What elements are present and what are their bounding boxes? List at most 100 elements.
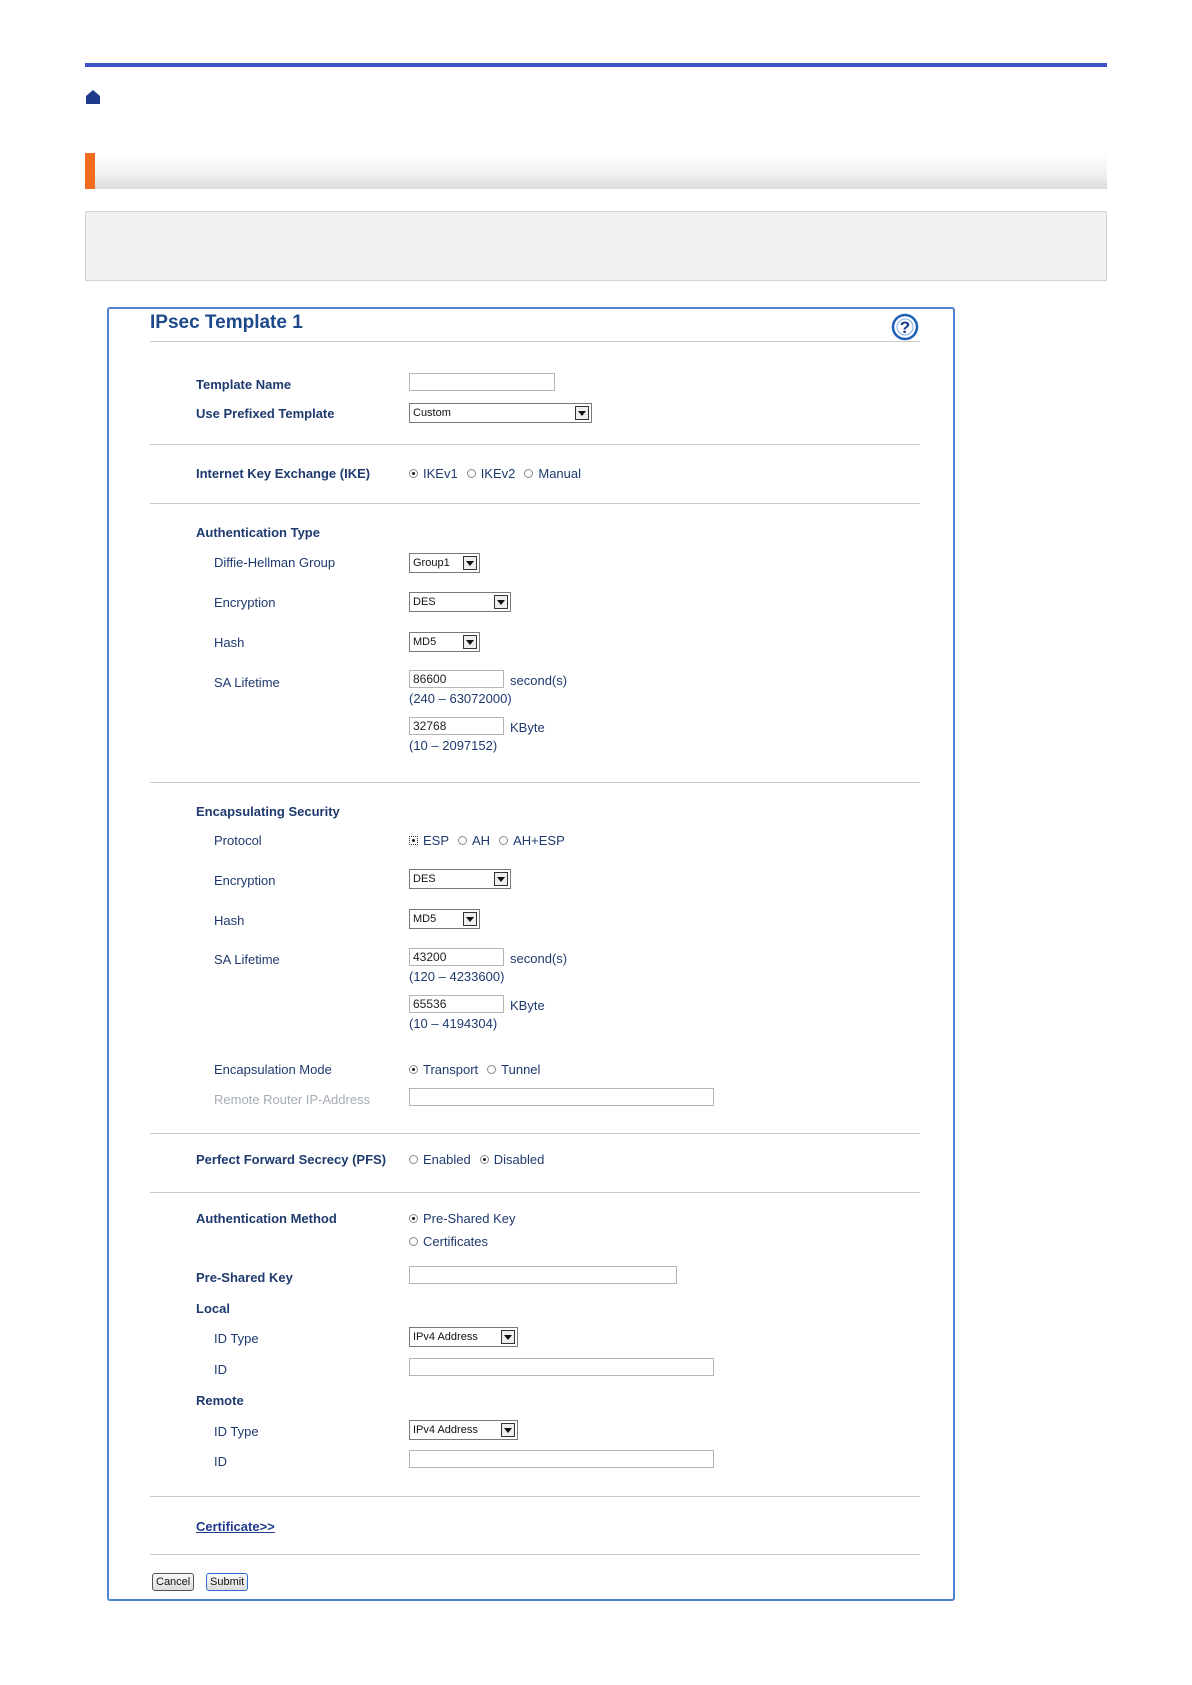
- protocol-radio-esp[interactable]: ESP: [409, 833, 449, 848]
- note-box: [85, 211, 1107, 281]
- divider: [150, 444, 920, 445]
- radio-dot: [466, 469, 476, 478]
- protocol-option-label: AH: [472, 833, 491, 848]
- mode-option-label: Tunnel: [501, 1062, 541, 1077]
- protocol-label: Protocol: [214, 833, 262, 848]
- dh-group-value: Group1: [413, 557, 450, 569]
- cancel-button[interactable]: Cancel: [152, 1573, 195, 1591]
- pre-shared-key-input[interactable]: [409, 1266, 677, 1284]
- encapsulation-mode-radio-group: Transport Tunnel: [409, 1062, 549, 1077]
- remote-id-label: ID: [214, 1454, 227, 1469]
- pfs-option-label: Enabled: [423, 1152, 471, 1167]
- esp-sa-seconds-range: (120 – 4233600): [409, 969, 505, 984]
- home-icon[interactable]: [85, 89, 101, 105]
- esp-sa-kbyte-input[interactable]: [409, 995, 504, 1013]
- ike-radio-ikev1[interactable]: IKEv1: [409, 466, 458, 481]
- local-id-input[interactable]: [409, 1358, 714, 1376]
- esp-encryption-value: DES: [413, 873, 436, 885]
- ike-option-label: IKEv2: [480, 466, 516, 481]
- remote-router-label: Remote Router IP-Address: [214, 1092, 371, 1107]
- dh-group-label: Diffie-Hellman Group: [214, 555, 336, 570]
- ike-sa-kbyte-unit: KByte: [510, 720, 545, 735]
- esp-sa-seconds-input[interactable]: [409, 948, 504, 966]
- radio-dot: [524, 469, 534, 478]
- ike-option-label: Manual: [538, 466, 582, 481]
- use-prefixed-template-label: Use Prefixed Template: [196, 406, 335, 421]
- ike-sa-seconds-range: (240 – 63072000): [409, 691, 512, 706]
- protocol-radio-group: ESP AH AH+ESP: [409, 833, 574, 848]
- auth-method-option-label: Certificates: [423, 1234, 489, 1249]
- remote-id-input[interactable]: [409, 1450, 714, 1468]
- esp-sa-kbyte-range: (10 – 4194304): [409, 1016, 498, 1031]
- auth-method-radio-psk[interactable]: Pre-Shared Key: [409, 1211, 516, 1226]
- local-id-type-label: ID Type: [214, 1331, 259, 1346]
- ike-sa-seconds-unit: second(s): [510, 673, 568, 688]
- divider: [150, 782, 920, 783]
- template-name-input[interactable]: [409, 373, 555, 391]
- pfs-option-label: Disabled: [493, 1152, 545, 1167]
- divider: [150, 503, 920, 504]
- local-id-type-select[interactable]: IPv4 Address: [409, 1327, 518, 1347]
- esp-sa-kbyte-unit: KByte: [510, 998, 545, 1013]
- protocol-radio-ah-esp[interactable]: AH+ESP: [499, 833, 565, 848]
- chevron-down-icon: [575, 406, 589, 420]
- radio-dot: [499, 836, 509, 845]
- authentication-type-heading: Authentication Type: [196, 525, 320, 540]
- ike-sa-seconds-input[interactable]: [409, 670, 504, 688]
- mode-radio-transport[interactable]: Transport: [409, 1062, 478, 1077]
- ike-sa-lifetime-label: SA Lifetime: [214, 675, 280, 690]
- esp-hash-value: MD5: [413, 913, 437, 925]
- radio-dot: [409, 836, 418, 845]
- divider: [150, 1554, 920, 1555]
- ike-hash-value: MD5: [413, 636, 437, 648]
- top-rule: [85, 63, 1107, 67]
- ike-radio-manual[interactable]: Manual: [524, 466, 581, 481]
- encapsulating-security-heading: Encapsulating Security: [196, 804, 340, 819]
- local-heading: Local: [196, 1301, 230, 1316]
- ike-radio-group: IKEv1 IKEv2 Manual: [409, 466, 590, 481]
- ike-sa-kbyte-input[interactable]: [409, 717, 504, 735]
- encapsulation-mode-label: Encapsulation Mode: [214, 1062, 332, 1077]
- chevron-down-icon: [463, 556, 477, 570]
- radio-dot: [458, 836, 468, 845]
- esp-sa-seconds-unit: second(s): [510, 951, 568, 966]
- ike-radio-ikev2[interactable]: IKEv2: [466, 466, 516, 481]
- radio-dot: [409, 1065, 418, 1074]
- mode-radio-tunnel[interactable]: Tunnel: [487, 1062, 540, 1077]
- chevron-down-icon: [494, 872, 508, 886]
- remote-router-input[interactable]: [409, 1088, 714, 1106]
- ike-hash-label: Hash: [214, 635, 245, 650]
- esp-encryption-label: Encryption: [214, 873, 276, 888]
- remote-heading: Remote: [196, 1393, 244, 1408]
- esp-encryption-select[interactable]: DES: [409, 869, 511, 889]
- pfs-radio-disabled[interactable]: Disabled: [479, 1152, 545, 1167]
- protocol-radio-ah[interactable]: AH: [458, 833, 490, 848]
- submit-button[interactable]: Submit: [206, 1573, 249, 1591]
- pfs-radio-enabled[interactable]: Enabled: [409, 1152, 471, 1167]
- radio-dot: [409, 1155, 418, 1164]
- ike-hash-select[interactable]: MD5: [409, 632, 480, 652]
- ike-encryption-select[interactable]: DES: [409, 592, 511, 612]
- prefixed-template-select[interactable]: Custom: [409, 403, 592, 423]
- radio-dot: [409, 1214, 418, 1223]
- chevron-down-icon: [463, 912, 477, 926]
- esp-hash-select[interactable]: MD5: [409, 909, 480, 929]
- template-name-label: Template Name: [196, 377, 292, 392]
- protocol-option-label: AH+ESP: [513, 833, 565, 848]
- ike-encryption-value: DES: [413, 596, 436, 608]
- help-icon[interactable]: ?: [890, 312, 920, 342]
- chevron-down-icon: [501, 1330, 515, 1344]
- esp-sa-lifetime-label: SA Lifetime: [214, 952, 280, 967]
- section-header-bar: [85, 153, 1107, 189]
- ike-encryption-label: Encryption: [214, 595, 276, 610]
- dh-group-select[interactable]: Group1: [409, 553, 480, 573]
- protocol-option-label: ESP: [423, 833, 450, 848]
- radio-dot: [409, 1237, 418, 1246]
- auth-method-radio-certificates[interactable]: Certificates: [409, 1234, 488, 1249]
- esp-hash-label: Hash: [214, 913, 245, 928]
- mode-option-label: Transport: [423, 1062, 479, 1077]
- remote-id-type-select[interactable]: IPv4 Address: [409, 1420, 518, 1440]
- certificate-link[interactable]: Certificate>>: [196, 1519, 275, 1534]
- pfs-radio-group: Enabled Disabled: [409, 1152, 553, 1167]
- ike-label: Internet Key Exchange (IKE): [196, 466, 371, 481]
